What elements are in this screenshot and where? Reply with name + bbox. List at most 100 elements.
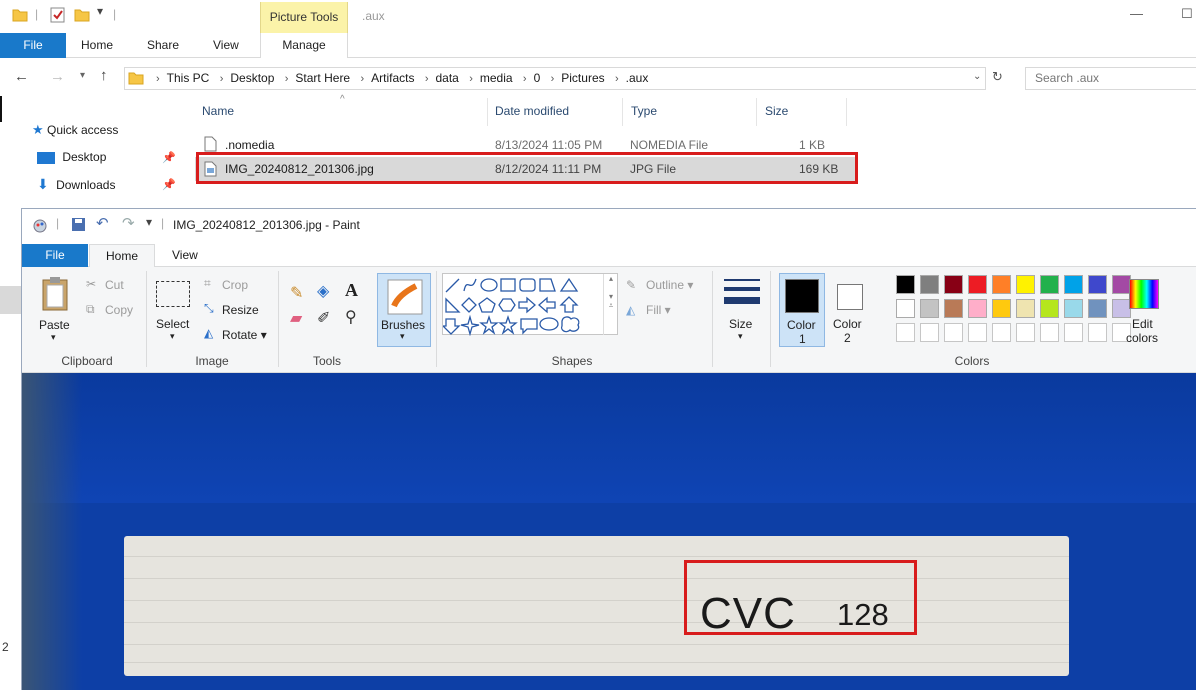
palette-swatch[interactable] xyxy=(968,275,987,294)
color2-button[interactable]: Color 2 xyxy=(830,273,876,347)
nav-desktop[interactable]: Desktop xyxy=(37,146,106,168)
palette-swatch[interactable] xyxy=(944,299,963,318)
palette-swatch[interactable] xyxy=(920,275,939,294)
refresh-icon[interactable]: ↻ xyxy=(992,69,1003,85)
search-input[interactable]: Search .aux xyxy=(1025,67,1196,90)
resize-button[interactable]: Resize xyxy=(222,303,259,317)
up-arrow-icon[interactable]: ↑ xyxy=(100,67,108,84)
picture-tools-context-tab[interactable]: Picture Tools xyxy=(260,2,348,33)
crop-button[interactable]: Crop xyxy=(222,278,248,292)
copy-button[interactable]: Copy xyxy=(105,303,133,317)
column-divider[interactable] xyxy=(622,98,623,126)
breadcrumb-media[interactable]: media xyxy=(480,71,513,85)
palette-swatch[interactable] xyxy=(1064,275,1083,294)
column-size[interactable]: Size xyxy=(765,104,788,118)
breadcrumb-desktop[interactable]: Desktop xyxy=(230,71,274,85)
palette-custom-slot[interactable] xyxy=(944,323,963,342)
column-type[interactable]: Type xyxy=(631,104,657,118)
palette-swatch[interactable] xyxy=(1040,299,1059,318)
breadcrumb-aux[interactable]: .aux xyxy=(626,71,649,85)
palette-swatch[interactable] xyxy=(992,299,1011,318)
column-divider[interactable] xyxy=(487,98,488,126)
color-picker-icon[interactable]: ✐ xyxy=(317,308,330,328)
column-name[interactable]: Name xyxy=(202,104,234,118)
select-dropdown-icon[interactable]: ▾ xyxy=(170,331,175,342)
paste-dropdown-icon[interactable]: ▾ xyxy=(51,332,56,343)
back-arrow-icon[interactable]: ← xyxy=(14,68,29,85)
brushes-button[interactable]: Brushes ▾ xyxy=(377,273,431,347)
palette-swatch[interactable] xyxy=(1088,275,1107,294)
column-date-modified[interactable]: Date modified xyxy=(495,104,569,118)
shapes-scroll[interactable]: ▴ ▾ ⩡ xyxy=(603,274,618,335)
palette-custom-slot[interactable] xyxy=(1016,323,1035,342)
paint-app-icon[interactable] xyxy=(32,217,48,236)
paste-icon[interactable] xyxy=(40,275,70,316)
paint-canvas[interactable]: CVC 128 xyxy=(22,373,1196,690)
cut-button[interactable]: Cut xyxy=(105,278,124,292)
palette-swatch[interactable] xyxy=(992,275,1011,294)
palette-swatch[interactable] xyxy=(1088,299,1107,318)
breadcrumb-data[interactable]: data xyxy=(435,71,458,85)
tab-home[interactable]: Home xyxy=(81,33,113,58)
maximize-icon[interactable]: ☐ xyxy=(1181,6,1193,22)
tab-home[interactable]: Home xyxy=(89,244,155,268)
tab-view[interactable]: View xyxy=(213,33,239,58)
tab-share[interactable]: Share xyxy=(147,33,179,58)
shapes-gallery[interactable]: ▴ ▾ ⩡ xyxy=(441,273,618,337)
fill-bucket-icon[interactable]: ◈ xyxy=(317,281,329,301)
select-rectangle-icon[interactable] xyxy=(156,281,190,307)
pin-icon[interactable]: 📌 xyxy=(162,151,176,164)
palette-custom-slot[interactable] xyxy=(920,323,939,342)
redo-icon[interactable]: ↷ xyxy=(122,214,135,232)
breadcrumb-0[interactable]: 0 xyxy=(534,71,541,85)
address-bar[interactable]: › This PC › Desktop › Start Here › Artifacts… xyxy=(124,67,986,90)
minimize-icon[interactable]: — xyxy=(1130,6,1143,21)
tab-file[interactable]: File xyxy=(0,33,66,58)
paste-button[interactable]: Paste xyxy=(39,318,70,332)
palette-swatch[interactable] xyxy=(896,275,915,294)
properties-icon[interactable] xyxy=(50,7,66,26)
breadcrumb-start-here[interactable]: Start Here xyxy=(295,71,350,85)
column-divider[interactable] xyxy=(846,98,847,126)
customize-qat-icon[interactable]: ▾ xyxy=(97,4,103,18)
palette-custom-slot[interactable] xyxy=(992,323,1011,342)
palette-custom-slot[interactable] xyxy=(1088,323,1107,342)
palette-custom-slot[interactable] xyxy=(1064,323,1083,342)
palette-swatch[interactable] xyxy=(1040,275,1059,294)
palette-swatch[interactable] xyxy=(944,275,963,294)
breadcrumb-pictures[interactable]: Pictures xyxy=(561,71,604,85)
customize-qat-icon[interactable]: ▾ xyxy=(146,215,152,229)
palette-swatch[interactable] xyxy=(1064,299,1083,318)
pencil-icon[interactable]: ✎ xyxy=(290,283,303,303)
palette-custom-slot[interactable] xyxy=(1040,323,1059,342)
column-divider[interactable] xyxy=(756,98,757,126)
forward-arrow-icon[interactable]: → xyxy=(50,68,65,85)
size-button[interactable]: Size ▾ xyxy=(722,275,762,347)
palette-swatch[interactable] xyxy=(1016,275,1035,294)
tab-manage[interactable]: Manage xyxy=(260,33,348,58)
breadcrumb-artifacts[interactable]: Artifacts xyxy=(371,71,414,85)
palette-swatch[interactable] xyxy=(1016,299,1035,318)
nav-downloads[interactable]: ⬇ Downloads xyxy=(37,173,115,195)
palette-swatch[interactable] xyxy=(968,299,987,318)
select-button[interactable]: Select xyxy=(156,317,189,331)
color1-button[interactable]: Color 1 xyxy=(779,273,825,347)
palette-swatch[interactable] xyxy=(920,299,939,318)
undo-icon[interactable]: ↶ xyxy=(96,214,109,232)
save-icon[interactable] xyxy=(71,217,86,235)
rotate-button[interactable]: Rotate ▾ xyxy=(222,328,267,342)
palette-custom-slot[interactable] xyxy=(968,323,987,342)
pin-icon[interactable]: 📌 xyxy=(162,178,176,191)
nav-quick-access[interactable]: ★ Quick access xyxy=(32,119,118,141)
edit-colors-button[interactable]: Edit colors xyxy=(1124,275,1164,347)
fill-button[interactable]: Fill ▾ xyxy=(646,303,671,317)
text-tool-icon[interactable]: A xyxy=(345,280,358,301)
magnifier-icon[interactable]: ⚲ xyxy=(345,307,357,327)
eraser-icon[interactable]: ▰ xyxy=(290,308,302,328)
tab-file[interactable]: File xyxy=(22,244,88,268)
palette-swatch[interactable] xyxy=(896,299,915,318)
outline-button[interactable]: Outline ▾ xyxy=(646,278,693,292)
tab-view[interactable]: View xyxy=(172,244,198,268)
new-folder-icon[interactable] xyxy=(74,8,90,25)
palette-custom-slot[interactable] xyxy=(896,323,915,342)
